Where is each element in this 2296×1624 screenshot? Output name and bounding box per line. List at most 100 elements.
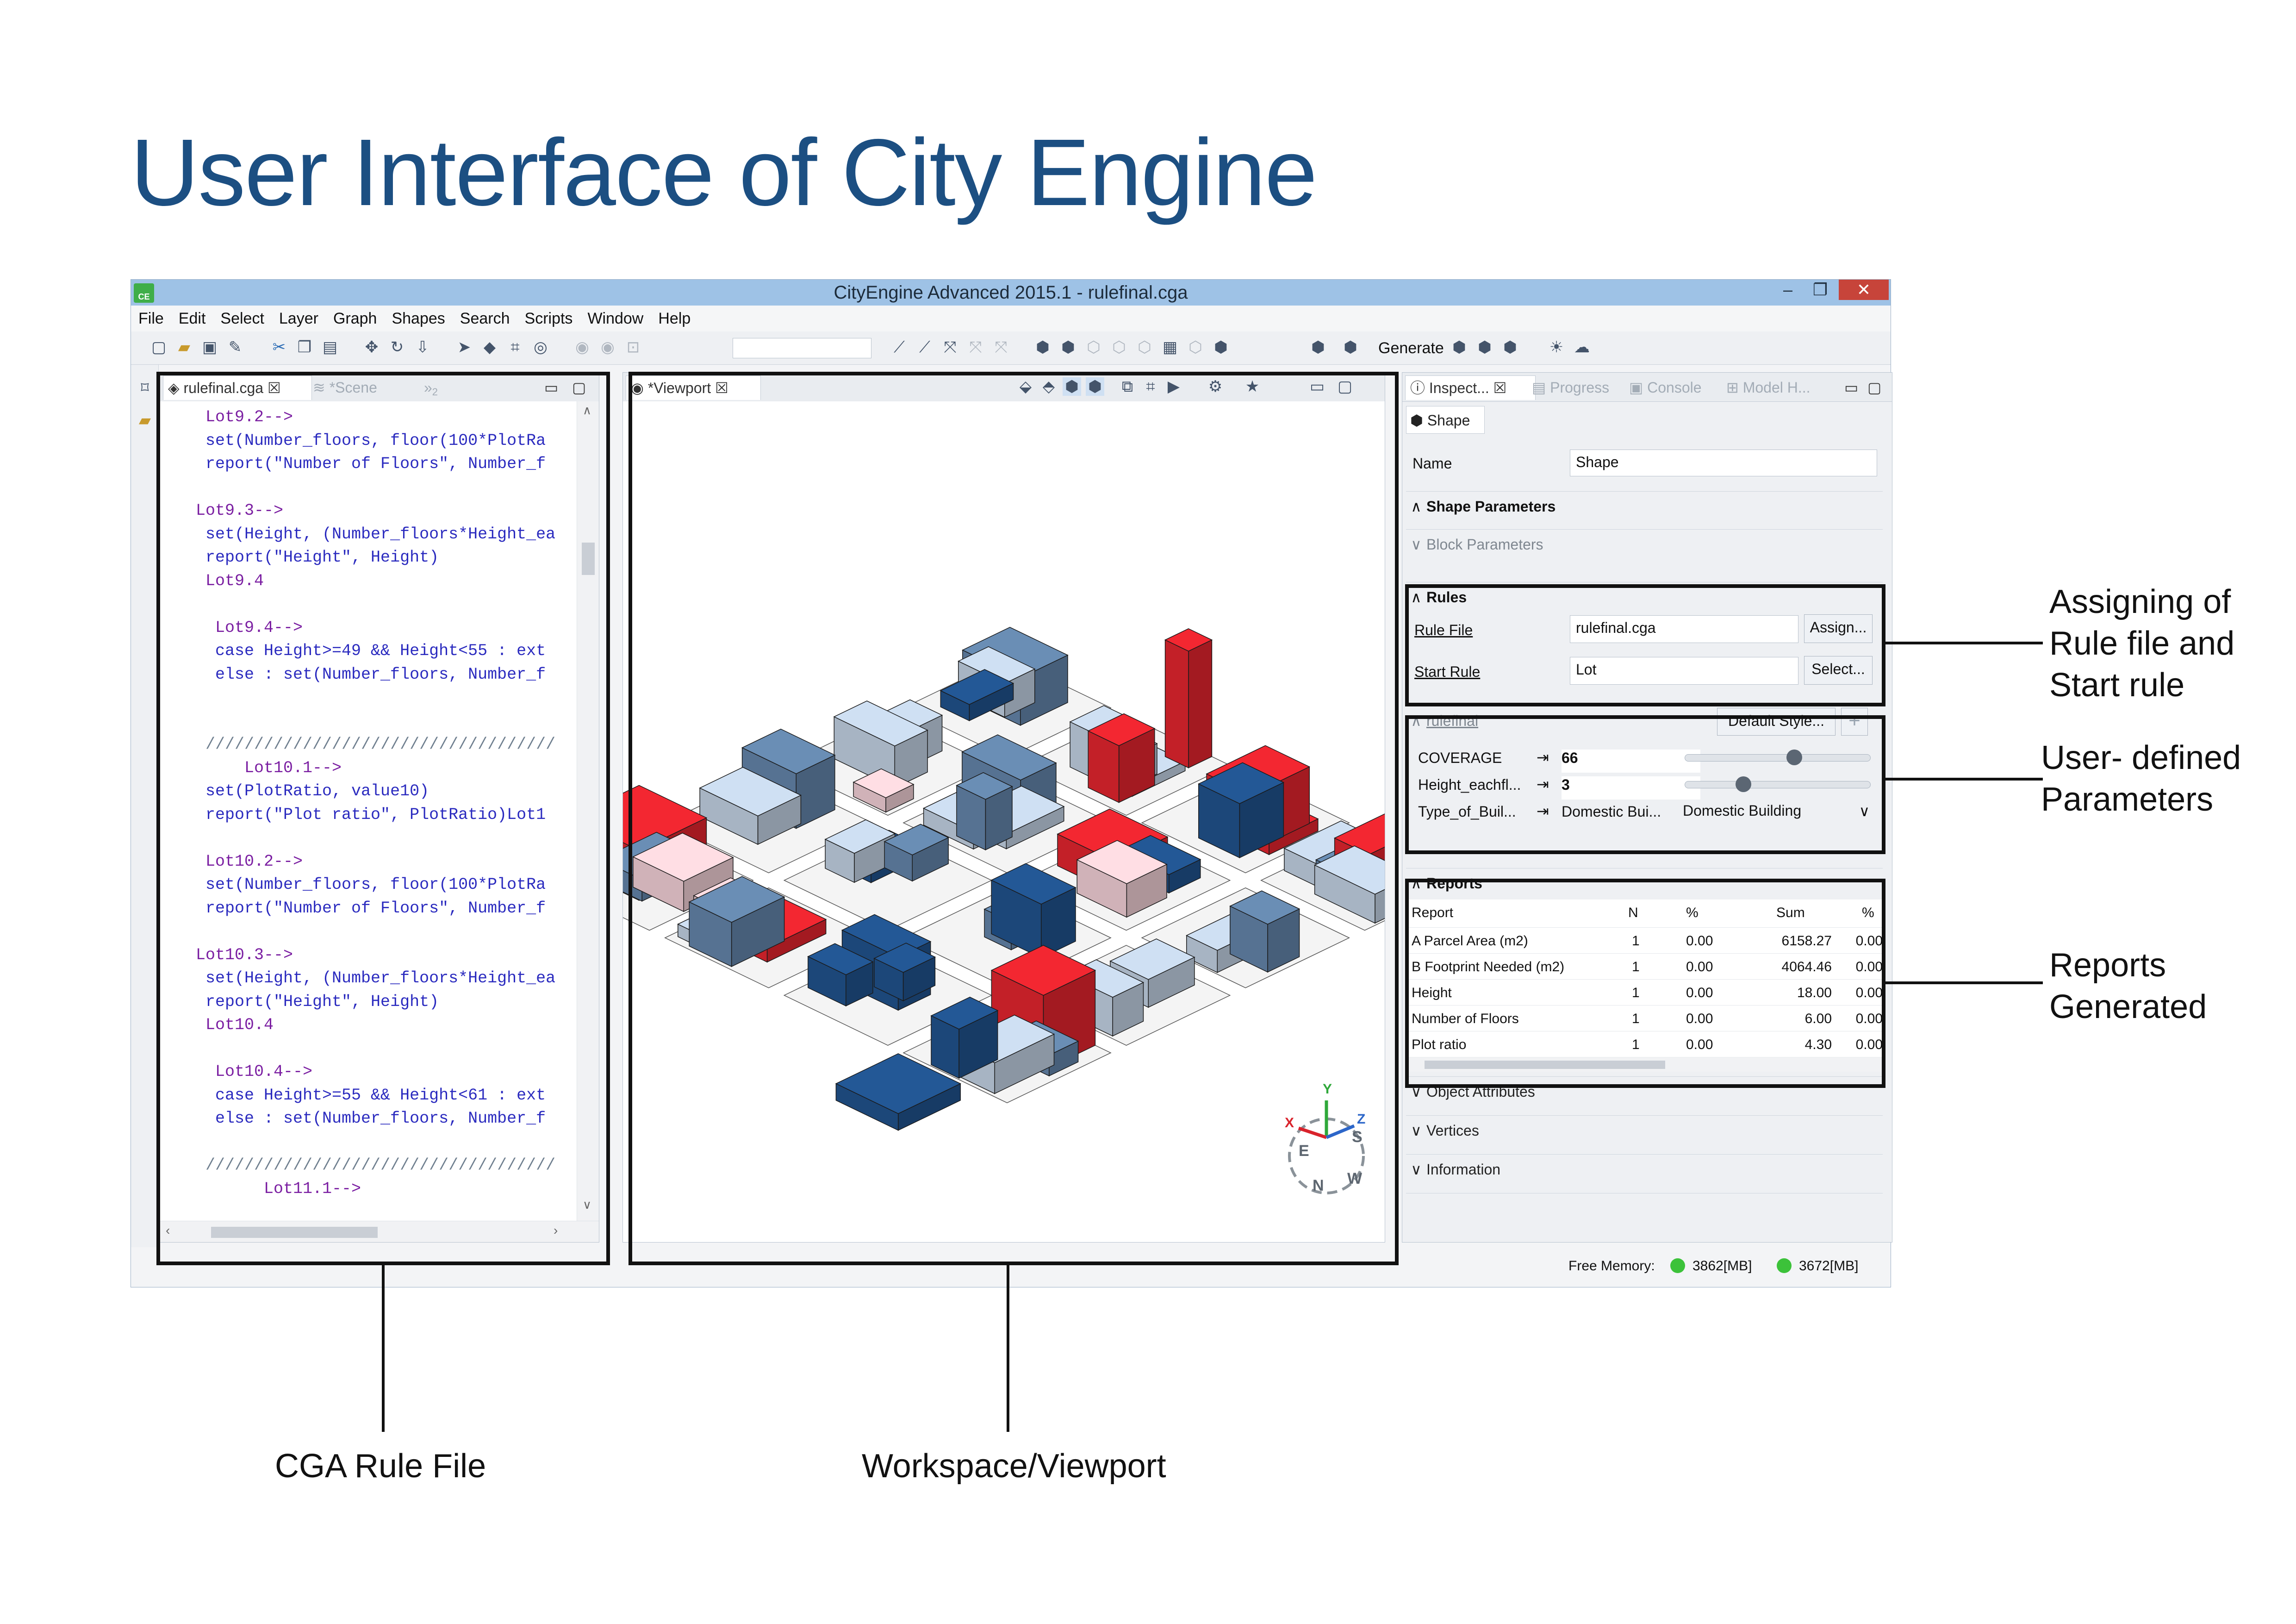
toolbar-search-input[interactable] (733, 338, 871, 358)
new-file-icon[interactable]: ▢ (149, 338, 168, 356)
memory-value-2: 3672[MB] (1799, 1258, 1859, 1274)
folder-icon[interactable]: ▰ (136, 411, 154, 430)
cloud-icon[interactable]: ☁ (1573, 338, 1591, 356)
menu-edit[interactable]: Edit (171, 306, 213, 331)
memory-value-1: 3862[MB] (1692, 1258, 1752, 1274)
free-memory-label: Free Memory: (1568, 1258, 1655, 1274)
rotate-icon[interactable]: ↻ (388, 338, 406, 356)
lock-icon[interactable]: ⊡ (624, 338, 642, 356)
graph-tool-3-icon[interactable]: ⤧ (941, 338, 959, 356)
shape-tool-4-icon[interactable]: ⬡ (1110, 338, 1128, 356)
chevron-down-icon: ∨ (1411, 1161, 1422, 1178)
select-arrow-icon[interactable]: ➤ (455, 338, 473, 356)
graph-tool-2-icon[interactable]: ⟋ (915, 338, 934, 356)
status-bar: Free Memory: 3862[MB] 3672[MB] (1402, 1252, 1892, 1280)
close-tab-icon[interactable]: ☒ (1489, 380, 1507, 396)
hierarchy-icon: ⊞ (1726, 379, 1743, 396)
cut-icon[interactable]: ✂ (270, 338, 288, 356)
menu-file[interactable]: File (131, 306, 171, 331)
close-button[interactable]: ✕ (1839, 280, 1889, 300)
generate-models-icon[interactable]: ⬢ (1309, 338, 1327, 356)
vertices-section[interactable]: ∨ Vertices (1406, 1115, 1883, 1145)
shape-tool-3-icon[interactable]: ⬡ (1084, 338, 1103, 356)
menu-graph[interactable]: Graph (326, 306, 385, 331)
model-tool-1-icon[interactable]: ⬢ (1450, 338, 1468, 356)
shape-tool-5-icon[interactable]: ⬡ (1135, 338, 1154, 356)
name-label: Name (1412, 455, 1452, 472)
shape-tool-8-icon[interactable]: ⬢ (1212, 338, 1230, 356)
viewport-annotation: Workspace/Viewport (862, 1448, 1166, 1485)
target-icon[interactable]: ◎ (531, 338, 550, 356)
open-folder-icon[interactable]: ▰ (175, 338, 193, 356)
section-divider (1406, 1193, 1883, 1194)
menu-shapes[interactable]: Shapes (384, 306, 452, 331)
model-tool-3-icon[interactable]: ⬢ (1501, 338, 1519, 356)
shape-tool-1-icon[interactable]: ⬢ (1033, 338, 1052, 356)
menu-search[interactable]: Search (453, 306, 517, 331)
layer-a-icon[interactable]: ◉ (573, 338, 591, 356)
slide-title: User Interface of City Engine (131, 119, 1318, 225)
tab-progress[interactable]: ▤ Progress (1527, 375, 1629, 400)
cga-highlight-box (156, 372, 610, 1265)
menu-help[interactable]: Help (651, 306, 698, 331)
tab-inspector[interactable]: ⓘ Inspect... ☒ (1405, 375, 1536, 400)
graph-tool-5-icon[interactable]: ⤧ (992, 338, 1010, 356)
info-icon: ⓘ (1410, 380, 1429, 396)
sun-icon[interactable]: ☀ (1547, 338, 1566, 356)
shape-subtab[interactable]: ⬢ Shape (1406, 406, 1485, 434)
copy-icon[interactable]: ❐ (295, 338, 314, 356)
maximize-view-icon[interactable]: ▢ (1863, 375, 1891, 400)
save-icon[interactable]: ▣ (200, 338, 219, 356)
side-tool-strip: ⌑ ▰ (131, 365, 159, 1247)
paste-icon[interactable]: ▤ (321, 338, 339, 356)
scale-icon[interactable]: ⇩ (413, 338, 432, 356)
shape-tool-2-icon[interactable]: ⬢ (1059, 338, 1077, 356)
shape-tool-7-icon[interactable]: ⬡ (1186, 338, 1205, 356)
maximize-button[interactable]: ❐ (1804, 280, 1836, 300)
minimize-button[interactable]: – (1772, 280, 1804, 300)
menu-select[interactable]: Select (213, 306, 272, 331)
wand-icon[interactable]: ✎ (226, 338, 244, 356)
chevron-down-icon: ∨ (1411, 1122, 1422, 1139)
menu-scripts[interactable]: Scripts (517, 306, 580, 331)
title-bar: CE CityEngine Advanced 2015.1 - rulefina… (131, 280, 1891, 306)
shape-parameters-section[interactable]: ∧ Shape Parameters (1406, 491, 1883, 521)
annotation-line: Reports (2049, 947, 2166, 984)
layer-b-icon[interactable]: ◉ (598, 338, 617, 356)
annotation-line: User- defined (2041, 739, 2241, 776)
graph-tool-4-icon[interactable]: ⤧ (966, 338, 985, 356)
graph-tool-1-icon[interactable]: ⟋ (890, 338, 908, 356)
model-tool-2-icon[interactable]: ⬢ (1475, 338, 1494, 356)
frame-icon[interactable]: ⌗ (506, 338, 524, 356)
tab-console[interactable]: ▣ Console (1624, 375, 1726, 400)
memory-status-icon (1670, 1258, 1685, 1273)
menu-layer[interactable]: Layer (272, 306, 326, 331)
menu-bar: File Edit Select Layer Graph Shapes Search Scri… (131, 306, 1891, 331)
window-title: CityEngine Advanced 2015.1 - rulefinal.c… (834, 282, 1188, 303)
name-field[interactable]: Shape (1570, 450, 1877, 476)
shape-tool-6-icon[interactable]: ▦ (1161, 338, 1179, 356)
annotation-line: Assigning of (2049, 583, 2231, 620)
cga-annotation: CGA Rule File (275, 1448, 486, 1485)
menu-window[interactable]: Window (580, 306, 651, 331)
tab-model-hierarchy[interactable]: ⊞ Model H... (1722, 375, 1842, 400)
move-icon[interactable]: ✥ (362, 338, 381, 356)
reports-highlight-box (1405, 879, 1885, 1088)
annotation-line: Generated (2049, 988, 2207, 1025)
shape-icon: ⬢ (1410, 412, 1427, 429)
navigator-icon[interactable]: ⌑ (136, 379, 154, 397)
progress-icon: ▤ (1532, 379, 1550, 396)
viewport-connector (1007, 1265, 1009, 1432)
generate-button[interactable]: Generate (1378, 337, 1444, 359)
rules-connector (1885, 642, 2043, 644)
block-parameters-section[interactable]: ∨ Block Parameters (1406, 529, 1883, 559)
viewport-highlight-box (628, 372, 1399, 1265)
memory-status-icon (1777, 1258, 1792, 1273)
information-section[interactable]: ∨ Information (1406, 1154, 1883, 1184)
rules-annotation: Assigning of Rule file and Start rule (2049, 581, 2234, 706)
reports-annotation: Reports Generated (2049, 944, 2207, 1028)
console-icon: ▣ (1629, 379, 1648, 396)
cga-connector (382, 1265, 385, 1432)
generate-icon[interactable]: ⬢ (1341, 338, 1360, 356)
select-tool-icon[interactable]: ◆ (480, 338, 499, 356)
